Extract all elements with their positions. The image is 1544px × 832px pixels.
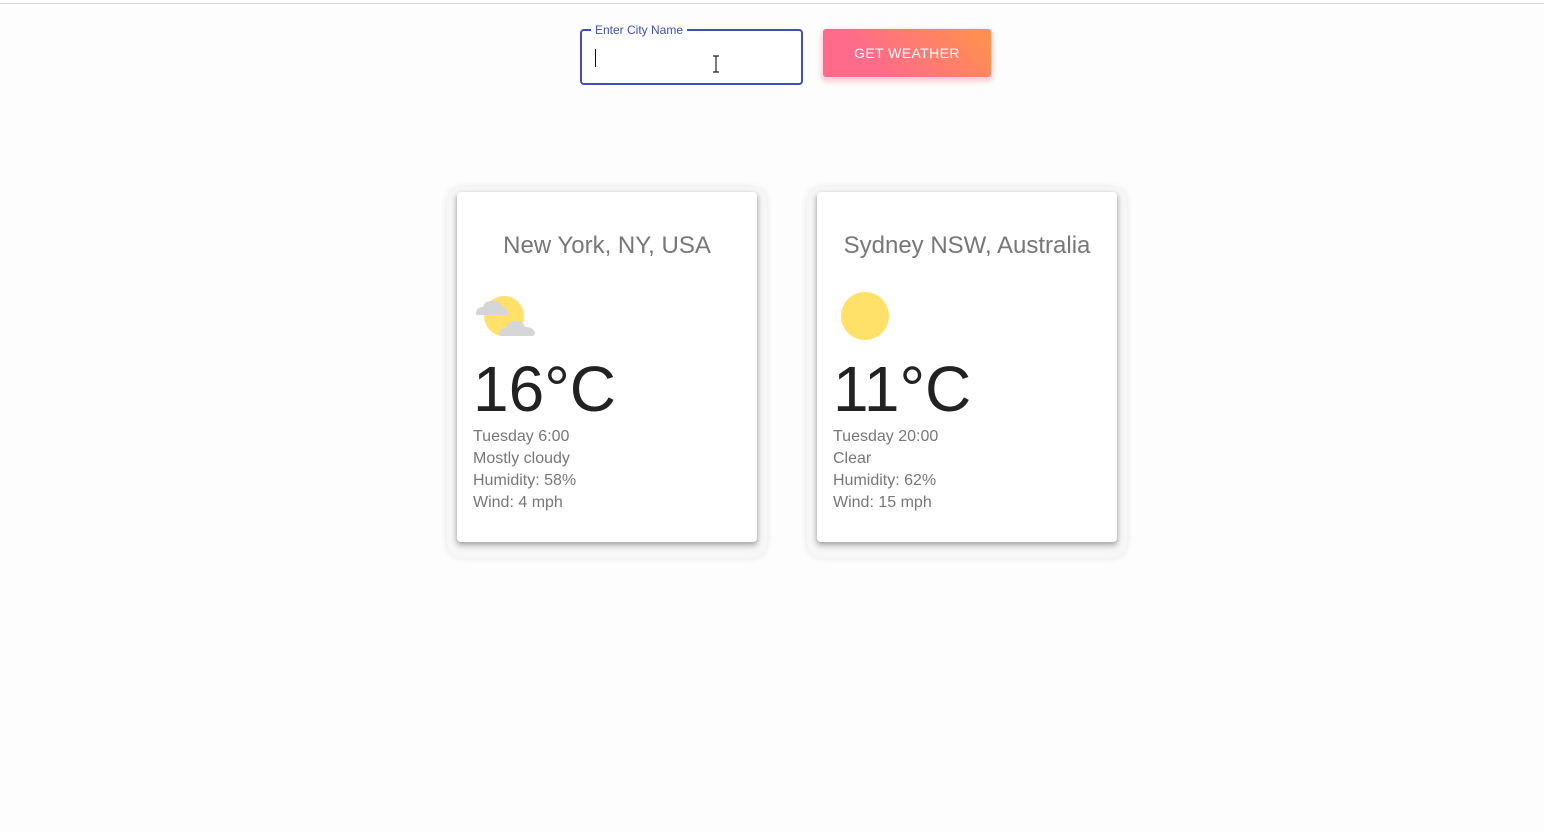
get-weather-button[interactable]: GET WEATHER	[823, 29, 991, 77]
temperature: 11°C	[833, 353, 972, 425]
humidity: Humidity: 58%	[473, 472, 577, 489]
weather-card-new-york: New York, NY, USA 16°C Tuesday 6:00 Most…	[457, 192, 757, 542]
condition: Clear	[833, 450, 872, 467]
city-name-input[interactable]	[582, 31, 801, 83]
top-divider	[0, 0, 1544, 4]
weather-details: Tuesday 20:00 Clear Humidity: 62% Wind: …	[833, 426, 938, 514]
temperature: 16°C	[473, 353, 616, 425]
search-bar: Enter City Name GET WEATHER	[580, 22, 991, 85]
city-name: Sydney NSW, Australia	[843, 232, 1091, 259]
text-cursor-icon	[713, 55, 719, 73]
wind: Wind: 15 mph	[833, 494, 932, 511]
text-caret	[595, 49, 596, 67]
wind: Wind: 4 mph	[473, 494, 563, 511]
partly-cloudy-icon	[473, 290, 537, 344]
sun-icon	[833, 290, 897, 344]
weather-details: Tuesday 6:00 Mostly cloudy Humidity: 58%…	[473, 426, 576, 514]
city-name-label: Enter City Name	[591, 22, 688, 38]
day-time: Tuesday 20:00	[833, 428, 939, 445]
humidity: Humidity: 62%	[833, 472, 937, 489]
weather-card-sydney: Sydney NSW, Australia 11°C Tuesday 20:00…	[817, 192, 1117, 542]
condition: Mostly cloudy	[473, 450, 570, 467]
city-name: New York, NY, USA	[503, 232, 711, 259]
day-time: Tuesday 6:00	[473, 428, 570, 445]
city-name-field[interactable]: Enter City Name	[580, 22, 803, 85]
